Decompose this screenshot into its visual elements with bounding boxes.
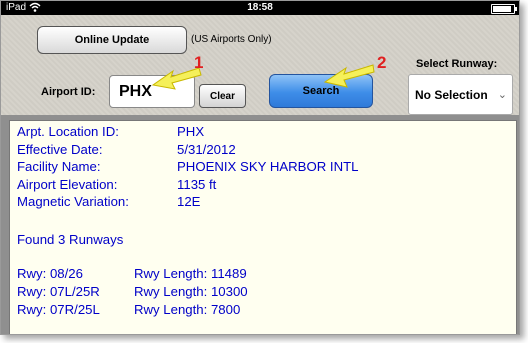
annotation-marker-2: 2 — [377, 53, 387, 72]
battery-icon — [491, 4, 517, 14]
info-value: PHOENIX SKY HARBOR INTL — [177, 159, 359, 174]
runway-select-value: No Selection — [415, 88, 488, 102]
results-panel: Arpt. Location ID: PHX Effective Date: 5… — [9, 120, 517, 334]
runway-length: Rwy Length: 11489 — [134, 266, 247, 281]
airport-id-label: Airport ID: — [41, 86, 96, 98]
chevron-down-icon: ⌄ — [497, 89, 507, 101]
runway-select[interactable]: No Selection ⌄ — [408, 74, 513, 115]
runway-length: Rwy Length: 10300 — [134, 284, 248, 299]
status-time: 18:58 — [247, 2, 273, 13]
info-key: Airport Elevation: — [17, 176, 118, 192]
info-key: Arpt. Location ID: — [17, 124, 119, 139]
us-airports-note: (US Airports Only) — [191, 34, 272, 45]
info-key: Magnetic Variation: — [17, 194, 129, 209]
runway-length: Rwy Length: 7800 — [134, 302, 241, 317]
control-panel: Online Update (US Airports Only) Airport… — [1, 15, 519, 115]
info-value: 1135 ft — [177, 176, 217, 192]
runway-id: Rwy: 08/26 — [17, 266, 83, 281]
runway-id: Rwy: 07R/25L — [17, 302, 100, 317]
info-key: Effective Date: — [17, 141, 103, 157]
annotation-marker-1: 1 — [194, 53, 204, 72]
runway-count: Found 3 Runways — [17, 232, 124, 247]
info-value: 5/31/2012 — [177, 141, 236, 157]
online-update-button[interactable]: Online Update — [37, 26, 187, 54]
select-runway-label: Select Runway: — [416, 58, 498, 70]
info-value: PHX — [177, 124, 205, 139]
info-value: 12E — [177, 194, 201, 209]
annotation-arrow-2-icon — [323, 64, 375, 88]
info-key: Facility Name: — [17, 159, 101, 174]
status-bar: iPad 18:58 — [1, 1, 519, 15]
runway-id: Rwy: 07L/25R — [17, 284, 100, 299]
app-window: iPad 18:58 Online Update (US Airports On… — [0, 0, 520, 335]
clear-button[interactable]: Clear — [199, 84, 246, 108]
